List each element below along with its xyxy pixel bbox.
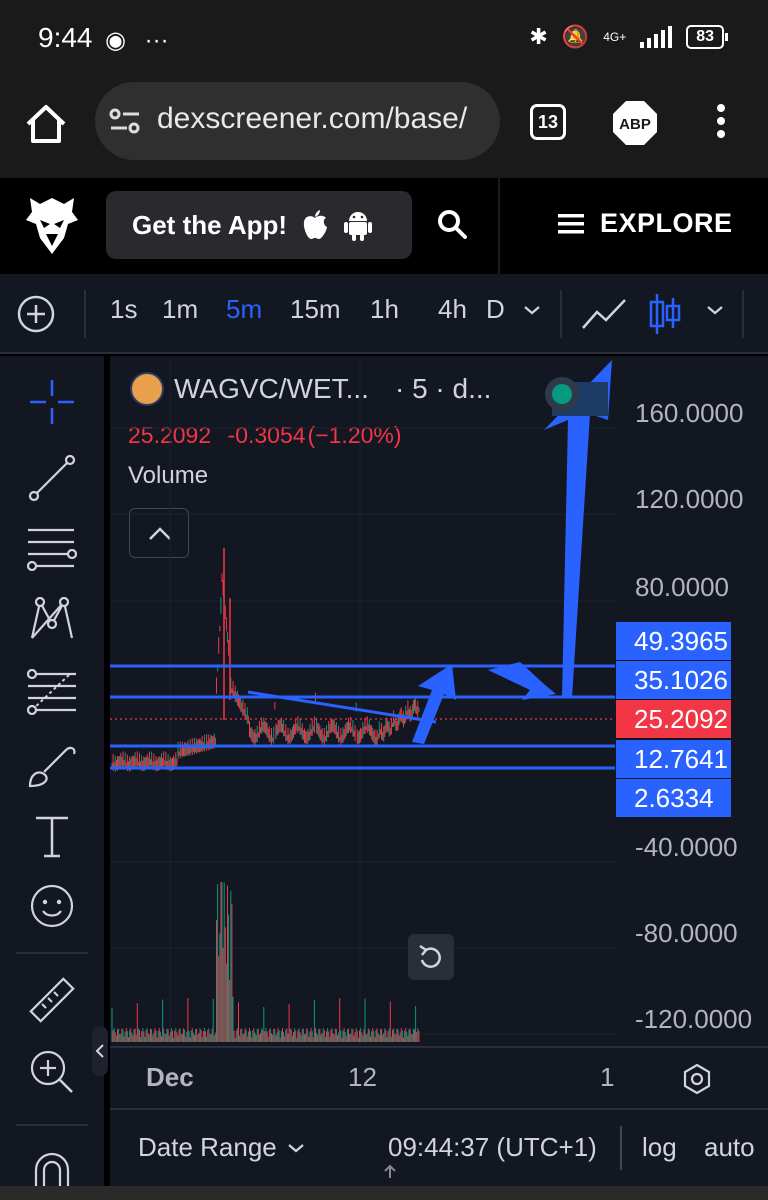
x-tick: Dec [146,1062,194,1092]
x-tick: 12 [348,1062,377,1092]
y-tick: 160.0000 [635,398,744,428]
chevron-down-icon [288,1143,304,1152]
clock-timezone[interactable]: 09:44:37 (UTC+1) [388,1132,597,1163]
x-tick: 1 [600,1062,615,1092]
arrow-right-drawing [488,662,556,700]
y-tick: -120.0000 [635,1004,753,1034]
y-tick: -40.0000 [635,832,738,862]
realtime-indicator [540,372,610,418]
reset-icon [419,944,441,968]
horizontal-line-price-tag[interactable]: 12.7641 [616,740,731,778]
y-tick: 80.0000 [635,572,729,602]
horizontal-line-price-tag[interactable]: 2.6334 [616,779,731,817]
last-price-tag[interactable]: 25.2092 [616,700,731,738]
reset-chart-button[interactable] [408,934,454,980]
date-range-button[interactable]: Date Range [138,1132,305,1163]
auto-scale-toggle[interactable]: auto [704,1132,755,1163]
y-tick: -80.0000 [635,918,738,948]
chart-settings-gear-icon[interactable] [680,1062,714,1096]
horizontal-line-price-tag[interactable]: 35.1026 [616,661,731,699]
y-tick: 120.0000 [635,484,744,514]
chart-bottom-bar: Date Range 09:44:37 (UTC+1) log auto [110,1108,768,1186]
date-range-label: Date Range [138,1132,277,1162]
time-axis[interactable]: Dec 12 1 [110,1046,768,1106]
horizontal-line-price-tag[interactable]: 49.3965 [616,622,731,660]
arrow-up-drawing [412,664,456,744]
log-scale-toggle[interactable]: log [642,1132,677,1163]
